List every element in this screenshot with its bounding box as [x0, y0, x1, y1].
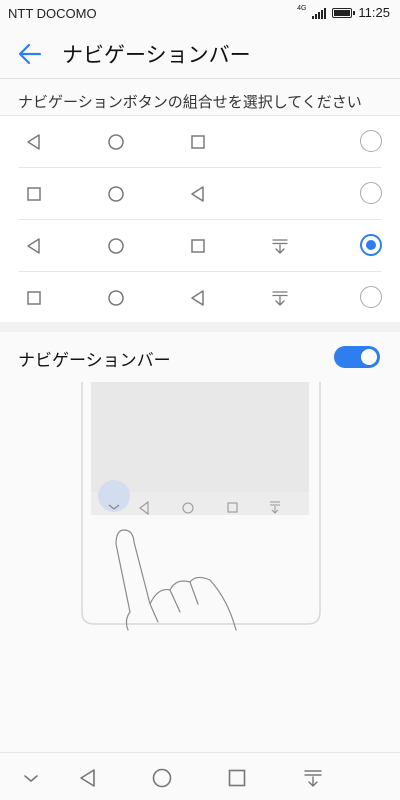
back-triangle-icon — [191, 290, 204, 306]
recents-square-icon — [191, 135, 205, 149]
carrier-name: NTT DOCOMO — [8, 6, 97, 21]
navigation-bar-label: ナビゲーションバー — [18, 351, 171, 371]
app-bar: ナビゲーションバー — [0, 28, 400, 78]
recents-square-icon — [27, 291, 41, 305]
combination-option-2[interactable] — [18, 168, 382, 220]
recents-square-icon — [27, 187, 41, 201]
clock: 11:25 — [358, 5, 390, 20]
recents-square-icon — [191, 239, 205, 253]
recents-square-icon[interactable] — [226, 767, 248, 789]
header-divider — [0, 78, 400, 79]
navigation-bar-toggle[interactable] — [334, 346, 380, 368]
system-navigation-bar — [0, 752, 400, 800]
status-icons: 4G 11:25 — [297, 5, 390, 20]
combination-option-4[interactable] — [18, 272, 382, 324]
combination-list — [0, 116, 400, 322]
back-button[interactable] — [16, 40, 44, 68]
combination-radio-2[interactable] — [360, 182, 382, 204]
home-circle-icon — [108, 238, 124, 254]
home-circle-icon — [108, 134, 124, 150]
back-triangle-icon — [27, 134, 40, 150]
notification-pull-icon — [272, 291, 288, 306]
arrow-left-icon — [18, 43, 42, 65]
combination-option-3[interactable] — [18, 220, 382, 272]
combination-radio-4[interactable] — [360, 286, 382, 308]
section-gap — [0, 322, 400, 332]
notification-pull-icon[interactable] — [302, 767, 324, 789]
combination-radio-1[interactable] — [360, 130, 382, 152]
toggle-knob — [361, 349, 377, 365]
navigation-bar-illustration — [81, 382, 321, 631]
page-title: ナビゲーションバー — [62, 43, 251, 67]
battery-icon — [332, 7, 356, 18]
combination-radio-3[interactable] — [360, 234, 382, 256]
navigation-bar-setting: ナビゲーションバー — [0, 332, 400, 750]
combination-option-1[interactable] — [18, 116, 382, 168]
signal-icon — [312, 7, 327, 19]
hide-chevron-icon[interactable] — [20, 767, 42, 789]
back-triangle-icon[interactable] — [77, 767, 99, 789]
home-circle-icon[interactable] — [151, 767, 173, 789]
combination-section-label: ナビゲーションボタンの組合せを選択してください — [18, 93, 362, 111]
network-type: 4G — [297, 5, 307, 12]
back-triangle-icon — [191, 186, 204, 202]
notification-pull-icon — [272, 239, 288, 254]
back-triangle-icon — [27, 238, 40, 254]
home-circle-icon — [108, 290, 124, 306]
home-circle-icon — [108, 186, 124, 202]
status-bar: NTT DOCOMO 4G 11:25 — [0, 0, 400, 28]
